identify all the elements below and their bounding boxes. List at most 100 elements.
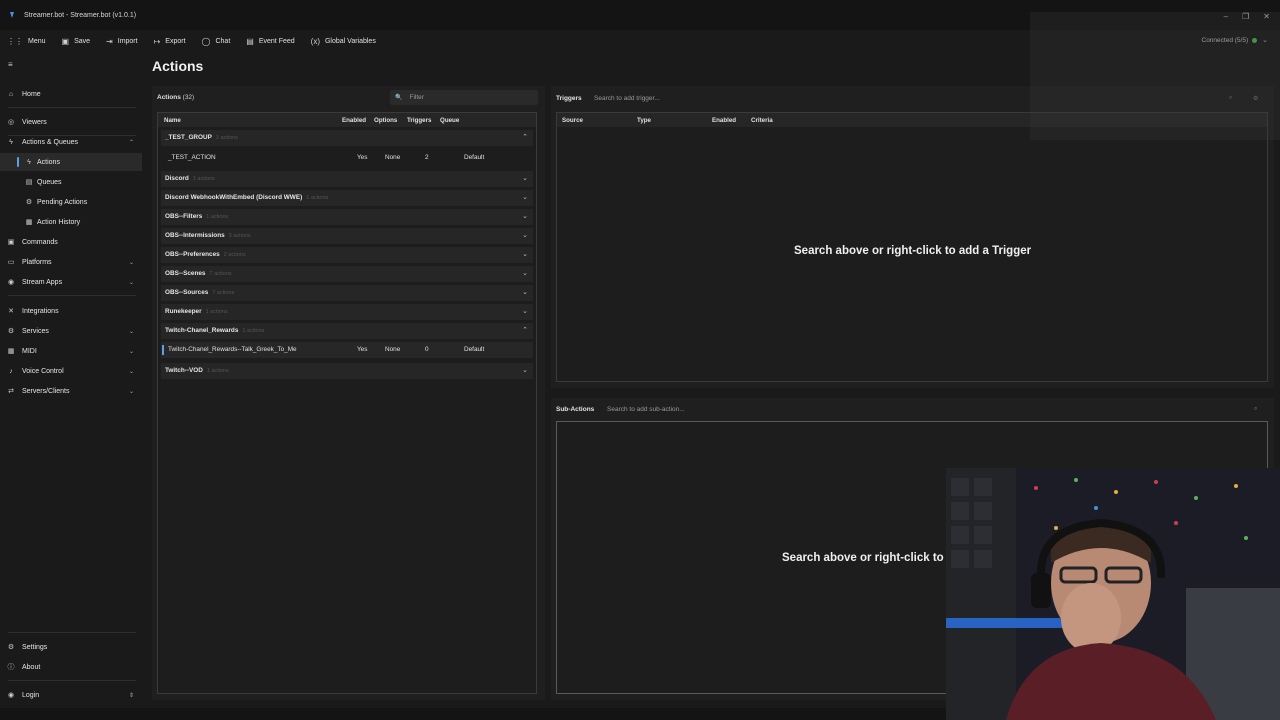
column-header-source[interactable]: Source bbox=[562, 117, 583, 124]
sidebar-item-label: Commands bbox=[22, 238, 58, 246]
group-name: OBS--Filters 1 actions bbox=[165, 213, 228, 220]
cell-enabled: Yes bbox=[357, 154, 368, 161]
lightning-icon: ϟ bbox=[27, 158, 31, 166]
menu-button[interactable]: ⋮⋮ Menu bbox=[7, 37, 46, 46]
sidebar-item-about[interactable]: ⓘ About bbox=[0, 658, 142, 676]
group-row[interactable]: Twitch-Chanel_Rewards 1 actions ⌃ bbox=[161, 323, 533, 339]
sidebar-item-label: Settings bbox=[22, 643, 48, 651]
chat-button[interactable]: ◯ Chat bbox=[202, 37, 231, 46]
sidebar-item-viewers[interactable]: ◎ Viewers bbox=[0, 113, 142, 131]
sidebar-item-services[interactable]: ⚙ Services ⌄ bbox=[0, 322, 142, 340]
search-icon[interactable]: ⌕ bbox=[1254, 406, 1257, 413]
chevron-down-icon[interactable]: ⌄ bbox=[522, 231, 528, 239]
group-row[interactable]: OBS--Scenes 7 actions ⌄ bbox=[161, 266, 533, 282]
group-row[interactable]: Discord WebhookWithEmbed (Discord WWE) 1 … bbox=[161, 190, 533, 206]
hamburger-icon[interactable]: ≡ bbox=[8, 60, 13, 69]
event-feed-button[interactable]: ▤ Event Feed bbox=[246, 37, 294, 46]
sidebar-item-home[interactable]: ⌂ Home bbox=[0, 85, 142, 103]
group-row[interactable]: OBS--Sources 7 actions ⌄ bbox=[161, 285, 533, 301]
chevron-down-icon[interactable]: ⌄ bbox=[522, 288, 528, 296]
global-variables-button[interactable]: (x) Global Variables bbox=[311, 37, 376, 46]
chat-icon: ◯ bbox=[201, 36, 211, 46]
save-icon: ▣ bbox=[61, 36, 70, 46]
chevron-down-icon[interactable]: ⌄ bbox=[522, 269, 528, 277]
chevron-up-icon[interactable]: ⌃ bbox=[522, 326, 528, 334]
sidebar-item-servers-clients[interactable]: ⇄ Servers/Clients ⌄ bbox=[0, 382, 142, 400]
table-header: Name Enabled Options Triggers Queue bbox=[158, 113, 536, 127]
chevron-down-icon[interactable]: ⌄ bbox=[522, 366, 528, 374]
sidebar-item-actions[interactable]: ϟ Actions bbox=[0, 153, 142, 171]
group-row[interactable]: Runekeeper 1 actions ⌄ bbox=[161, 304, 533, 320]
menu-label: Menu bbox=[28, 37, 46, 45]
group-row[interactable]: _TEST_GROUP 1 actions ⌃ bbox=[161, 130, 533, 146]
queue-icon: ▤ bbox=[25, 179, 33, 186]
save-button[interactable]: ▣ Save bbox=[62, 37, 91, 46]
import-button[interactable]: ⇥ Import bbox=[106, 37, 138, 46]
table-row[interactable]: _TEST_ACTION Yes None 2 Default bbox=[161, 150, 533, 166]
group-row[interactable]: OBS--Filters 1 actions ⌄ bbox=[161, 209, 533, 225]
sidebar-item-integrations[interactable]: ✕ Integrations bbox=[0, 302, 142, 320]
trigger-search-input[interactable]: Search to add trigger... bbox=[594, 95, 660, 102]
group-name: Discord 1 actions bbox=[165, 175, 215, 182]
sidebar-item-actions-queues[interactable]: ϟ Actions & Queues ⌃ bbox=[0, 133, 142, 151]
sidebar-item-label: Stream Apps bbox=[22, 278, 63, 286]
column-header-queue[interactable]: Queue bbox=[440, 117, 459, 124]
sidebar-item-commands[interactable]: ▣ Commands bbox=[0, 233, 142, 251]
sidebar-item-label: Actions bbox=[37, 158, 60, 166]
group-count: 1 actions bbox=[192, 176, 215, 182]
stream-apps-icon: ◉ bbox=[7, 279, 15, 286]
platforms-icon: ▭ bbox=[7, 259, 15, 266]
chevron-down-icon[interactable]: ⌄ bbox=[522, 174, 528, 182]
column-header-criteria[interactable]: Criteria bbox=[751, 117, 773, 124]
column-header-triggers[interactable]: Triggers bbox=[407, 117, 431, 124]
variables-icon: (x) bbox=[310, 36, 320, 46]
group-row[interactable]: Discord 1 actions ⌄ bbox=[161, 171, 533, 187]
group-name-text: OBS--Sources bbox=[165, 289, 209, 296]
sidebar-item-stream-apps[interactable]: ◉ Stream Apps ⌄ bbox=[0, 273, 142, 291]
actions-panel: Actions (32) 🔍 Filter Name Enabled Option… bbox=[152, 86, 545, 700]
integrations-icon: ✕ bbox=[8, 308, 14, 315]
chat-label: Chat bbox=[215, 37, 231, 45]
column-header-enabled[interactable]: Enabled bbox=[342, 117, 366, 124]
sidebar-item-voice-control[interactable]: ♪ Voice Control ⌄ bbox=[0, 362, 142, 380]
sidebar-item-pending-actions[interactable]: ⚙ Pending Actions bbox=[0, 193, 142, 211]
column-header-name[interactable]: Name bbox=[164, 117, 181, 124]
chevron-down-icon[interactable]: ⌄ bbox=[522, 212, 528, 220]
sidebar-item-settings[interactable]: ⚙ Settings bbox=[0, 638, 142, 656]
webcam-overlay bbox=[946, 468, 1280, 720]
chevron-down-icon[interactable]: ⌄ bbox=[522, 307, 528, 315]
column-header-options[interactable]: Options bbox=[374, 117, 397, 124]
sidebar-item-action-history[interactable]: ▦ Action History bbox=[0, 213, 142, 231]
chevron-down-icon: ⌄ bbox=[128, 259, 134, 266]
chevron-down-icon[interactable]: ⌄ bbox=[522, 193, 528, 201]
sidebar-item-platforms[interactable]: ▭ Platforms ⌄ bbox=[0, 253, 142, 271]
subaction-search-input[interactable]: Search to add sub-action... bbox=[607, 406, 685, 413]
import-icon: ⇥ bbox=[106, 36, 113, 46]
group-row[interactable]: OBS--Preferences 2 actions ⌄ bbox=[161, 247, 533, 263]
group-name-text: Runekeeper bbox=[165, 308, 202, 315]
export-button[interactable]: ↦ Export bbox=[154, 37, 186, 46]
sidebar-item-login[interactable]: ◉ Login ⇕ bbox=[0, 686, 142, 704]
actions-table: Name Enabled Options Triggers Queue _TES… bbox=[157, 112, 537, 694]
filter-placeholder: Filter bbox=[409, 94, 424, 101]
group-name: _TEST_GROUP 1 actions bbox=[165, 134, 238, 141]
home-icon: ⌂ bbox=[8, 90, 14, 98]
cell-enabled: Yes bbox=[357, 346, 368, 353]
subactions-empty-message: Search above or right-click to bbox=[782, 552, 944, 564]
sidebar-item-queues[interactable]: ▤ Queues bbox=[0, 173, 142, 191]
sidebar-item-label: Integrations bbox=[22, 307, 59, 315]
lightning-icon: ϟ bbox=[9, 138, 13, 146]
table-row[interactable]: Twitch-Chanel_Rewards--Talk_Greek_To_Me … bbox=[161, 342, 533, 358]
actions-header: Actions (32) bbox=[157, 94, 194, 101]
group-row[interactable]: OBS--Intermissions 3 actions ⌄ bbox=[161, 228, 533, 244]
filter-input[interactable]: 🔍 Filter bbox=[390, 90, 538, 105]
chevron-up-icon[interactable]: ⌃ bbox=[522, 133, 528, 141]
cell-name: _TEST_ACTION bbox=[168, 154, 216, 161]
about-icon: ⓘ bbox=[7, 664, 15, 671]
column-header-type[interactable]: Type bbox=[637, 117, 651, 124]
chevron-down-icon[interactable]: ⌄ bbox=[522, 250, 528, 258]
column-header-enabled[interactable]: Enabled bbox=[712, 117, 736, 124]
sidebar-item-midi[interactable]: ▦ MIDI ⌄ bbox=[0, 342, 142, 360]
group-row[interactable]: Twitch--VOD 1 actions ⌄ bbox=[161, 363, 533, 379]
group-count: 1 actions bbox=[205, 309, 228, 315]
